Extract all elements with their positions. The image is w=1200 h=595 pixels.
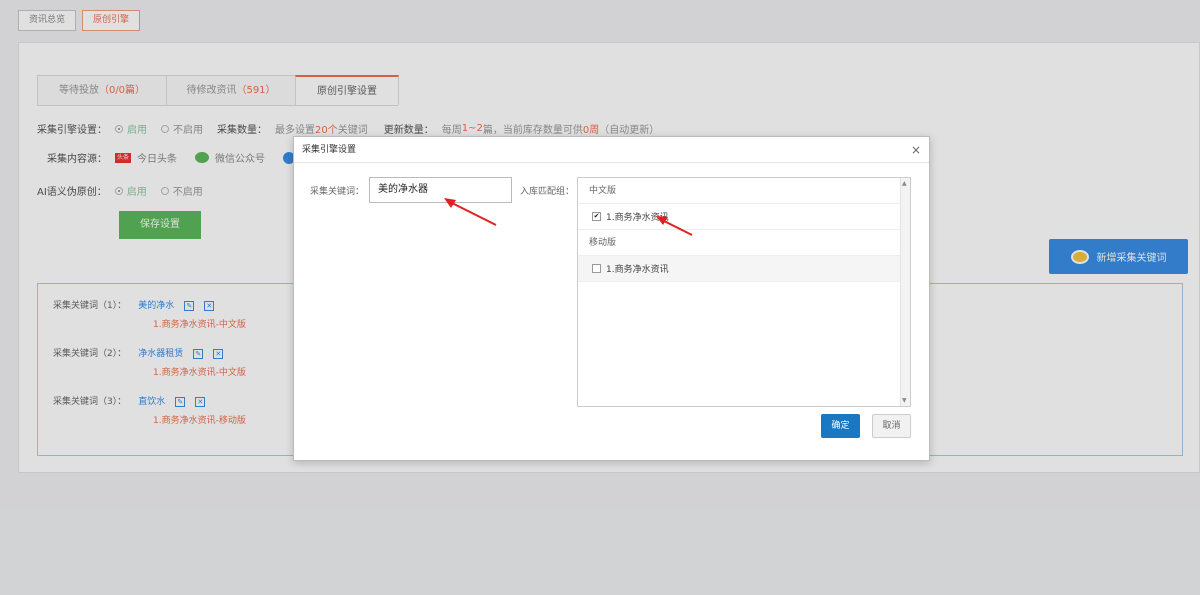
checkbox[interactable] <box>592 264 601 273</box>
annotation-arrow <box>656 216 693 236</box>
scroll-down-icon[interactable]: ▼ <box>902 397 907 404</box>
checkbox-checked[interactable]: ✔ <box>592 212 601 221</box>
group-section-title: 移动版 <box>578 230 910 256</box>
annotation-arrow <box>444 198 497 226</box>
group-option[interactable]: 1.商务净水资讯 <box>578 256 910 282</box>
dialog-title: 采集引擎设置 <box>302 145 357 155</box>
confirm-button[interactable]: 确定 <box>821 414 860 438</box>
engine-settings-dialog: 采集引擎设置 × 采集关键词： 美的净水器 入库匹配组： 中文版 ✔ 1.商务净水… <box>293 136 930 461</box>
scroll-up-icon[interactable]: ▲ <box>902 180 907 187</box>
dialog-header: 采集引擎设置 × <box>294 137 929 163</box>
group-section-title: 中文版 <box>578 178 910 204</box>
cancel-button[interactable]: 取消 <box>872 414 911 438</box>
group-list: 中文版 ✔ 1.商务净水资讯 移动版 1.商务净水资讯 ▲ ▼ <box>577 177 911 407</box>
group-option[interactable]: ✔ 1.商务净水资讯 <box>578 204 910 230</box>
close-icon[interactable]: × <box>911 137 921 163</box>
keyword-field-label: 采集关键词： <box>310 187 365 197</box>
group-option-label: 1.商务净水资讯 <box>606 265 669 275</box>
group-field-label: 入库匹配组： <box>520 187 575 197</box>
scrollbar[interactable]: ▲ ▼ <box>900 178 910 406</box>
